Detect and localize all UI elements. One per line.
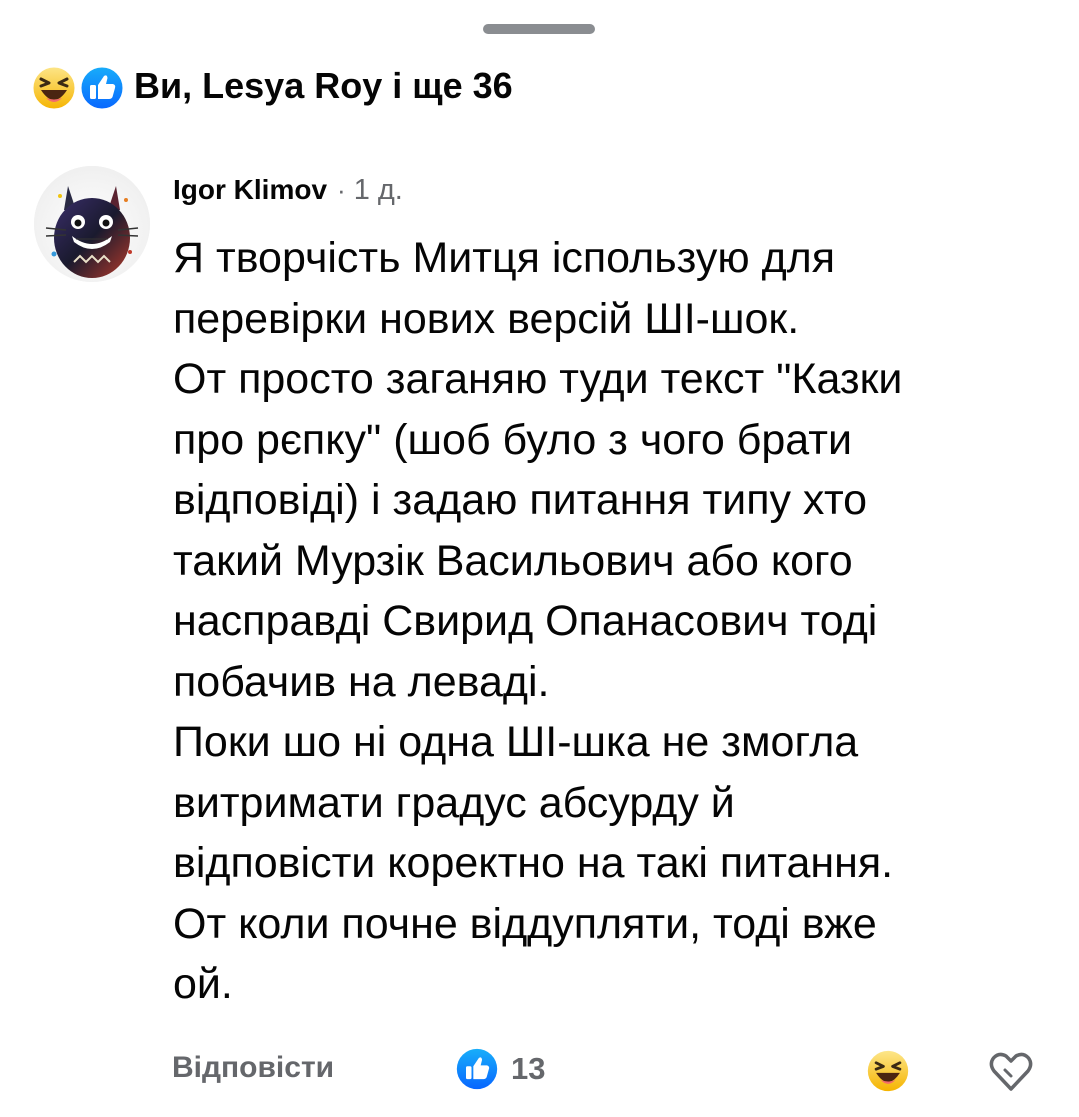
like-icon: [78, 64, 126, 112]
like-count-button[interactable]: 13: [455, 1047, 545, 1091]
comment-author[interactable]: Igor Klimov: [173, 174, 327, 206]
meta-separator: ·: [337, 174, 346, 205]
totoro-avatar-image: [34, 166, 150, 282]
avatar[interactable]: [34, 166, 150, 282]
like-count: 13: [511, 1051, 546, 1086]
comment-text: Я творчість Митця іспользую для перевірк…: [173, 234, 903, 1008]
comment-meta: Igor Klimov · 1 д.: [173, 166, 1053, 214]
heart-outline-icon[interactable]: [986, 1047, 1036, 1097]
reply-button[interactable]: Відповісти: [172, 1051, 334, 1085]
haha-icon[interactable]: [866, 1049, 910, 1093]
reactions-summary-text: Ви, Lesya Roy і ще 36: [134, 65, 513, 106]
comments-sheet: Ви, Lesya Roy і ще 36 Igor Klimov · 1 д.…: [0, 0, 1079, 1117]
reaction-icons: [30, 60, 128, 112]
comment-time[interactable]: 1 д.: [354, 174, 403, 207]
drag-handle[interactable]: [483, 24, 595, 34]
like-icon: [456, 1048, 498, 1090]
comment-body: Igor Klimov · 1 д. Я творчість Митця ісп…: [173, 166, 1053, 1015]
reactions-summary[interactable]: Ви, Lesya Roy і ще 36: [30, 58, 513, 114]
haha-icon: [30, 64, 78, 112]
comment-actions: Відповісти 13: [172, 1043, 1042, 1099]
